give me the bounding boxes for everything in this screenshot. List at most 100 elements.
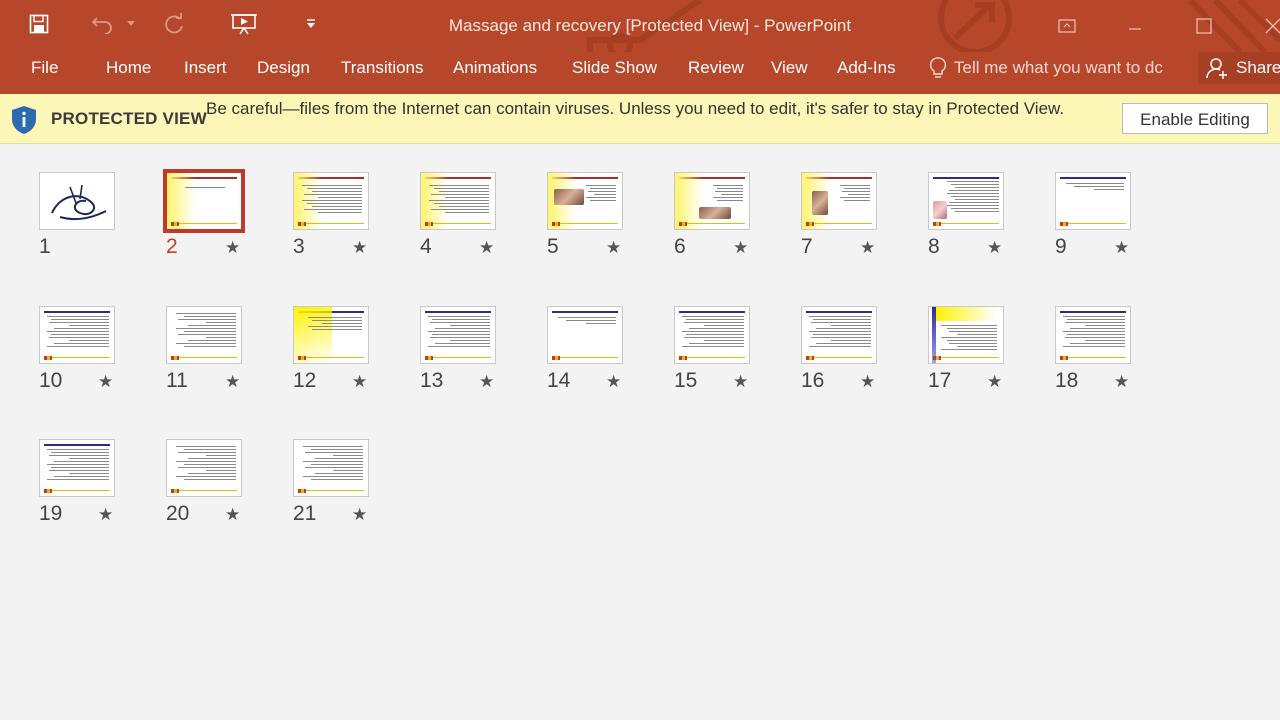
thumb-text-line	[176, 343, 236, 344]
transition-star-icon[interactable]: ★	[1114, 372, 1129, 392]
tab-review[interactable]: Review	[688, 52, 744, 84]
enable-editing-button[interactable]: Enable Editing	[1122, 103, 1268, 134]
transition-star-icon[interactable]: ★	[1114, 238, 1129, 258]
slide-preview[interactable]	[39, 172, 115, 230]
transition-star-icon[interactable]: ★	[225, 238, 240, 258]
tab-home[interactable]: Home	[106, 52, 151, 84]
slide-thumbnail[interactable]: 18 ★	[1055, 306, 1185, 416]
thumb-yellow-gradient	[936, 307, 996, 321]
minimize-button[interactable]	[1112, 0, 1158, 52]
transition-star-icon[interactable]: ★	[98, 505, 113, 525]
slide-thumbnail[interactable]: 12 ★	[293, 306, 423, 416]
transition-star-icon[interactable]: ★	[733, 372, 748, 392]
redo-icon	[165, 13, 183, 34]
tab-slide-show[interactable]: Slide Show	[572, 52, 657, 84]
slide-preview[interactable]	[801, 172, 877, 230]
tab-file[interactable]: File	[31, 52, 58, 84]
slide-preview[interactable]	[801, 306, 877, 364]
slide-preview[interactable]	[928, 172, 1004, 230]
slide-preview[interactable]	[39, 306, 115, 364]
transition-star-icon[interactable]: ★	[98, 372, 113, 392]
slide-thumbnail[interactable]: 8 ★	[928, 172, 1058, 282]
slide-preview[interactable]	[293, 439, 369, 497]
slide-thumbnail[interactable]: 19 ★	[39, 439, 169, 549]
slide-preview[interactable]	[293, 172, 369, 230]
slide-thumbnail[interactable]: 6 ★	[674, 172, 804, 282]
slide-preview[interactable]	[420, 172, 496, 230]
tab-design[interactable]: Design	[257, 52, 310, 84]
ribbon-display-options-button[interactable]	[1044, 0, 1090, 52]
slide-thumbnail[interactable]: 14 ★	[547, 306, 677, 416]
transition-star-icon[interactable]: ★	[987, 238, 1002, 258]
transition-star-icon[interactable]: ★	[479, 238, 494, 258]
transition-star-icon[interactable]: ★	[225, 505, 240, 525]
slide-thumbnail[interactable]: 1	[39, 172, 169, 282]
slide-thumbnail[interactable]: 15 ★	[674, 306, 804, 416]
slide-preview[interactable]	[928, 306, 1004, 364]
transition-star-icon[interactable]: ★	[225, 372, 240, 392]
transition-star-icon[interactable]: ★	[352, 372, 367, 392]
tab-transitions[interactable]: Transitions	[341, 52, 424, 84]
thumb-footer-line	[298, 490, 364, 491]
thumb-nav-arrows	[298, 489, 306, 493]
slide-preview[interactable]	[166, 306, 242, 364]
title-bar: Massage and recovery [Protected View] - …	[0, 0, 1280, 52]
slide-thumbnail[interactable]: 17 ★	[928, 306, 1058, 416]
thumb-text-line	[307, 188, 362, 189]
save-button[interactable]	[26, 10, 52, 38]
slide-number: 5	[547, 235, 559, 258]
tab-add-ins[interactable]: Add-Ins	[837, 52, 896, 84]
thumb-text-line	[842, 191, 870, 192]
slide-preview[interactable]	[674, 172, 750, 230]
transition-star-icon[interactable]: ★	[733, 238, 748, 258]
slide-preview[interactable]	[547, 172, 623, 230]
thumb-text-line	[176, 446, 236, 447]
maximize-button[interactable]	[1181, 0, 1227, 52]
redo-button[interactable]	[160, 10, 188, 38]
transition-star-icon[interactable]: ★	[860, 372, 875, 392]
transition-star-icon[interactable]: ★	[860, 238, 875, 258]
thumb-text-line	[47, 331, 109, 332]
slide-preview[interactable]	[163, 169, 245, 233]
slide-thumbnail[interactable]: 7 ★	[801, 172, 931, 282]
undo-button[interactable]	[88, 10, 118, 38]
transition-star-icon[interactable]: ★	[987, 372, 1002, 392]
slide-thumbnail[interactable]: 16 ★	[801, 306, 931, 416]
slide-thumbnail[interactable]: 9 ★	[1055, 172, 1185, 282]
slide-thumbnail[interactable]: 10 ★	[39, 306, 169, 416]
thumb-text-line	[303, 461, 363, 462]
slide-preview[interactable]	[547, 306, 623, 364]
slide-thumbnail[interactable]: 2 ★	[163, 169, 296, 282]
thumb-text-line	[47, 346, 109, 347]
tell-me-search[interactable]: Tell me what you want to dc	[928, 52, 1163, 84]
slide-thumbnail[interactable]: 13 ★	[420, 306, 550, 416]
tab-animations[interactable]: Animations	[453, 52, 537, 84]
tab-view[interactable]: View	[771, 52, 808, 84]
slide-thumbnail[interactable]: 3 ★	[293, 172, 423, 282]
thumb-nav-arrows	[679, 222, 687, 226]
slide-preview[interactable]	[1055, 172, 1131, 230]
undo-dropdown-button[interactable]	[124, 10, 138, 38]
slide-preview[interactable]	[420, 306, 496, 364]
thumb-text-line	[184, 449, 236, 450]
start-from-beginning-button[interactable]	[228, 10, 260, 38]
tab-insert[interactable]: Insert	[184, 52, 227, 84]
transition-star-icon[interactable]: ★	[606, 238, 621, 258]
transition-star-icon[interactable]: ★	[479, 372, 494, 392]
slide-thumbnail[interactable]: 5 ★	[547, 172, 677, 282]
transition-star-icon[interactable]: ★	[606, 372, 621, 392]
slide-thumbnail[interactable]: 4 ★	[420, 172, 550, 282]
share-button[interactable]: Share	[1198, 52, 1280, 84]
slide-preview[interactable]	[293, 306, 369, 364]
slide-thumbnail[interactable]: 20 ★	[166, 439, 296, 549]
transition-star-icon[interactable]: ★	[352, 238, 367, 258]
slide-preview[interactable]	[1055, 306, 1131, 364]
close-button[interactable]	[1250, 0, 1280, 52]
slide-preview[interactable]	[39, 439, 115, 497]
slide-thumbnail[interactable]: 21 ★	[293, 439, 423, 549]
slide-preview[interactable]	[674, 306, 750, 364]
slide-thumbnail[interactable]: 11 ★	[166, 306, 296, 416]
customize-qat-button[interactable]	[302, 10, 320, 38]
slide-preview[interactable]	[166, 439, 242, 497]
transition-star-icon[interactable]: ★	[352, 505, 367, 525]
